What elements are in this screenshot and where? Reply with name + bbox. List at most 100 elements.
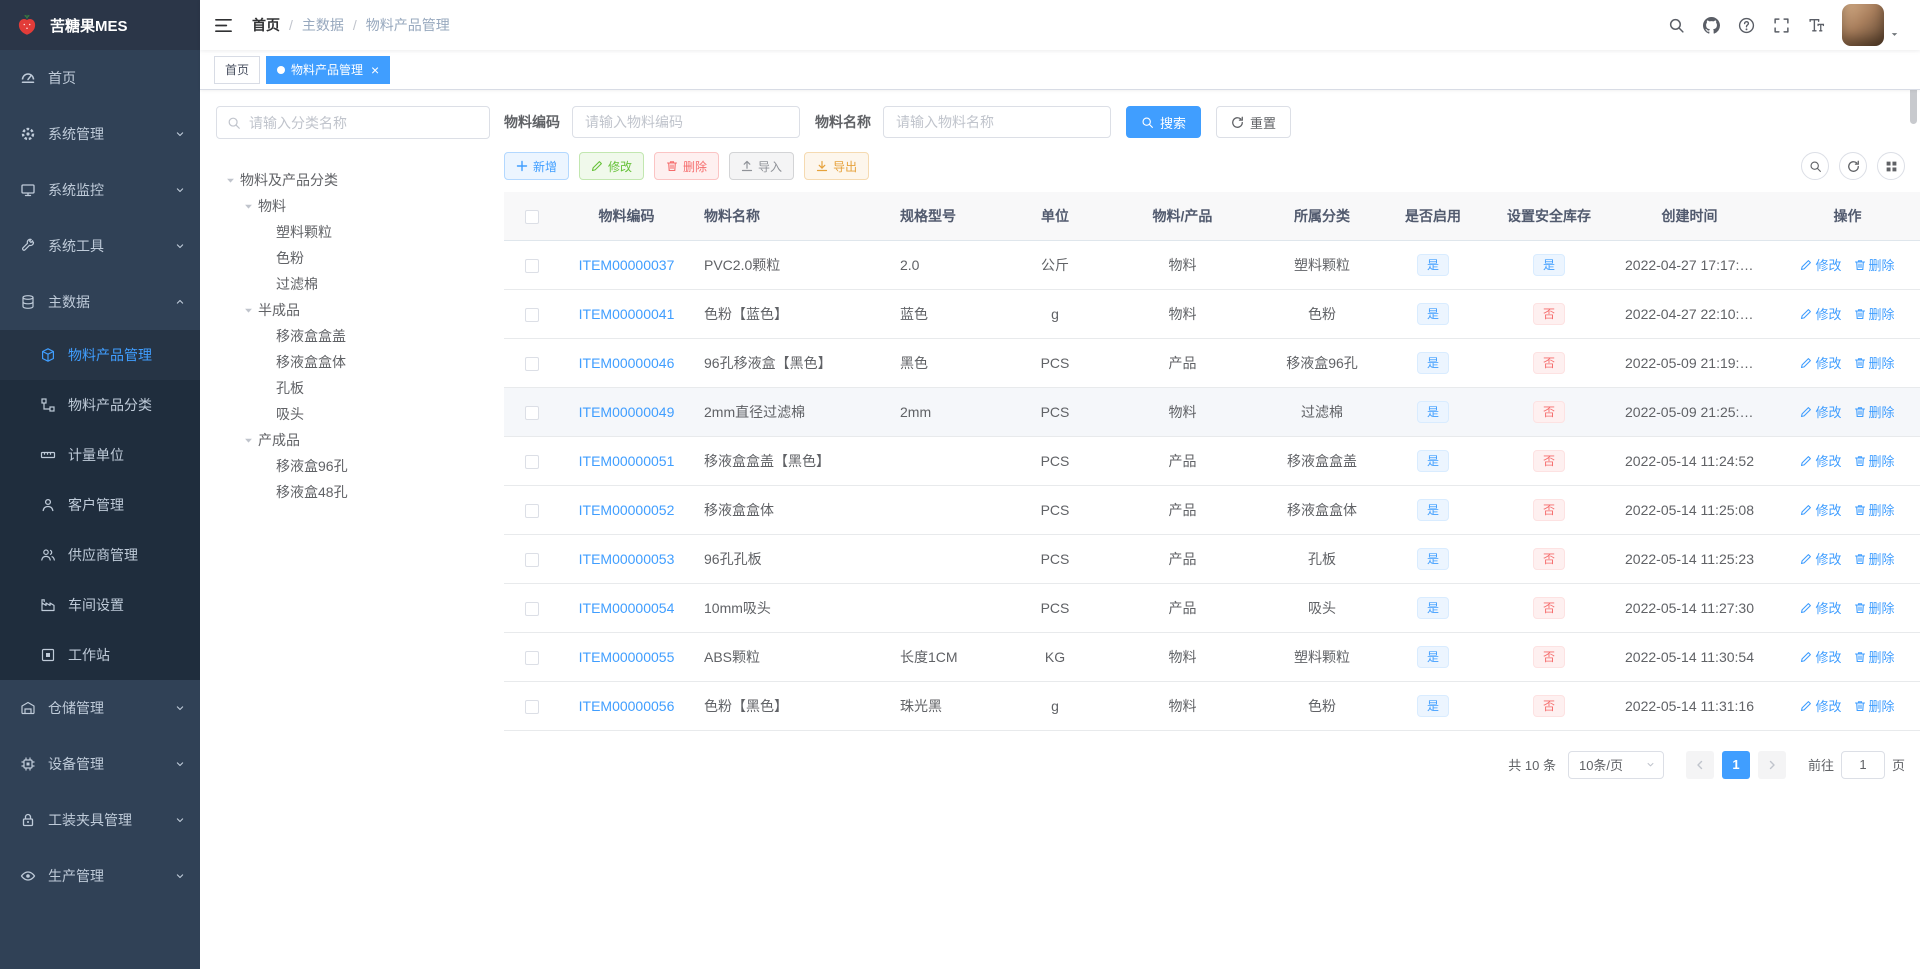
- row-delete-button[interactable]: 删除: [1854, 402, 1895, 421]
- material-code-link[interactable]: ITEM00000054: [579, 600, 675, 616]
- tree-node[interactable]: 塑料颗粒: [216, 219, 490, 245]
- toggle-columns-button[interactable]: [1877, 152, 1905, 180]
- material-code-link[interactable]: ITEM00000049: [579, 404, 675, 420]
- fullscreen-button[interactable]: [1764, 0, 1799, 50]
- material-name-input[interactable]: [883, 106, 1111, 138]
- row-checkbox[interactable]: [524, 454, 539, 469]
- sidebar-item-supplier-management[interactable]: 供应商管理: [0, 530, 200, 580]
- toggle-search-button[interactable]: [1801, 152, 1829, 180]
- material-code-link[interactable]: ITEM00000053: [579, 551, 675, 567]
- row-checkbox[interactable]: [524, 699, 539, 714]
- tree-node[interactable]: 移液盒盒盖: [216, 323, 490, 349]
- tree-caret-icon[interactable]: [238, 202, 258, 211]
- row-checkbox[interactable]: [524, 356, 539, 371]
- row-delete-button[interactable]: 删除: [1854, 549, 1895, 568]
- row-edit-button[interactable]: 修改: [1800, 549, 1842, 568]
- tree-node[interactable]: 移液盒96孔: [216, 453, 490, 479]
- user-menu[interactable]: [1834, 4, 1910, 46]
- page-number-1[interactable]: 1: [1721, 750, 1750, 779]
- tree-node[interactable]: 移液盒盒体: [216, 349, 490, 375]
- tab-material-product-management[interactable]: 物料产品管理 ×: [266, 55, 391, 84]
- sidebar-item-fixture-management[interactable]: 工装夹具管理: [0, 792, 200, 848]
- row-edit-button[interactable]: 修改: [1800, 647, 1842, 666]
- row-delete-button[interactable]: 删除: [1854, 255, 1895, 274]
- tree-node[interactable]: 移液盒48孔: [216, 479, 490, 505]
- sidebar-item-production-management[interactable]: 生产管理: [0, 848, 200, 904]
- row-delete-button[interactable]: 删除: [1854, 304, 1895, 323]
- material-code-link[interactable]: ITEM00000051: [579, 453, 675, 469]
- help-button[interactable]: [1729, 0, 1764, 50]
- material-code-link[interactable]: ITEM00000037: [579, 257, 675, 273]
- add-button[interactable]: 新增: [504, 152, 570, 180]
- sidebar-item-home[interactable]: 首页: [0, 50, 200, 106]
- sidebar-item-system-management[interactable]: 系统管理: [0, 106, 200, 162]
- material-code-link[interactable]: ITEM00000046: [579, 355, 675, 371]
- tree-caret-icon[interactable]: [238, 306, 258, 315]
- row-delete-button[interactable]: 删除: [1854, 500, 1895, 519]
- header-search-button[interactable]: [1659, 0, 1694, 50]
- tab-home[interactable]: 首页: [214, 55, 261, 84]
- app-logo[interactable]: 苦糖果MES: [0, 0, 200, 50]
- row-checkbox[interactable]: [524, 601, 539, 616]
- tree-node[interactable]: 半成品: [216, 297, 490, 323]
- github-button[interactable]: [1694, 0, 1729, 50]
- page-size-select[interactable]: 10条/页: [1567, 750, 1664, 779]
- material-code-link[interactable]: ITEM00000056: [579, 698, 675, 714]
- tree-node[interactable]: 物料: [216, 193, 490, 219]
- sidebar-item-measure-unit[interactable]: 计量单位: [0, 430, 200, 480]
- sidebar-item-workstation[interactable]: 工作站: [0, 630, 200, 680]
- sidebar-item-material-product-management[interactable]: 物料产品管理: [0, 330, 200, 380]
- goto-page-input[interactable]: [1840, 750, 1885, 779]
- sidebar-item-material-product-category[interactable]: 物料产品分类: [0, 380, 200, 430]
- next-page-button[interactable]: [1757, 750, 1786, 779]
- material-code-input[interactable]: [572, 106, 800, 138]
- edit-button[interactable]: 修改: [579, 152, 645, 180]
- avatar[interactable]: [1842, 4, 1884, 46]
- row-checkbox[interactable]: [524, 650, 539, 665]
- row-edit-button[interactable]: 修改: [1800, 696, 1842, 715]
- sidebar-item-equipment-management[interactable]: 设备管理: [0, 736, 200, 792]
- export-button[interactable]: 导出: [804, 152, 870, 180]
- tree-node[interactable]: 吸头: [216, 401, 490, 427]
- row-checkbox[interactable]: [524, 552, 539, 567]
- row-edit-button[interactable]: 修改: [1800, 255, 1842, 274]
- sidebar-item-warehouse-management[interactable]: 仓储管理: [0, 680, 200, 736]
- row-edit-button[interactable]: 修改: [1800, 353, 1842, 372]
- row-edit-button[interactable]: 修改: [1800, 304, 1842, 323]
- sidebar-item-master-data[interactable]: 主数据: [0, 274, 200, 330]
- select-all-checkbox[interactable]: [524, 209, 539, 224]
- tree-caret-icon[interactable]: [238, 436, 258, 445]
- import-button[interactable]: 导入: [729, 152, 795, 180]
- search-button[interactable]: 搜索: [1126, 106, 1202, 138]
- row-edit-button[interactable]: 修改: [1800, 451, 1842, 470]
- material-code-link[interactable]: ITEM00000052: [579, 502, 675, 518]
- delete-button[interactable]: 删除: [654, 152, 720, 180]
- row-delete-button[interactable]: 删除: [1854, 598, 1895, 617]
- tree-node[interactable]: 过滤棉: [216, 271, 490, 297]
- tree-node[interactable]: 孔板: [216, 375, 490, 401]
- reset-button[interactable]: 重置: [1216, 106, 1292, 138]
- tree-node[interactable]: 色粉: [216, 245, 490, 271]
- sidebar-item-system-monitoring[interactable]: 系统监控: [0, 162, 200, 218]
- row-checkbox[interactable]: [524, 405, 539, 420]
- row-delete-button[interactable]: 删除: [1854, 696, 1895, 715]
- row-edit-button[interactable]: 修改: [1800, 402, 1842, 421]
- row-delete-button[interactable]: 删除: [1854, 451, 1895, 470]
- hamburger-icon[interactable]: [200, 0, 246, 50]
- tree-node[interactable]: 物料及产品分类: [216, 167, 490, 193]
- row-delete-button[interactable]: 删除: [1854, 353, 1895, 372]
- refresh-button[interactable]: [1839, 152, 1867, 180]
- tree-node[interactable]: 产成品: [216, 427, 490, 453]
- category-search-input[interactable]: [249, 114, 479, 131]
- row-checkbox[interactable]: [524, 307, 539, 322]
- sidebar-item-customer-management[interactable]: 客户管理: [0, 480, 200, 530]
- row-checkbox[interactable]: [524, 258, 539, 273]
- prev-page-button[interactable]: [1685, 750, 1714, 779]
- row-checkbox[interactable]: [524, 503, 539, 518]
- font-size-button[interactable]: [1799, 0, 1834, 50]
- sidebar-item-workshop-settings[interactable]: 车间设置: [0, 580, 200, 630]
- material-code-link[interactable]: ITEM00000041: [579, 306, 675, 322]
- tree-caret-icon[interactable]: [220, 176, 240, 185]
- row-delete-button[interactable]: 删除: [1854, 647, 1895, 666]
- row-edit-button[interactable]: 修改: [1800, 500, 1842, 519]
